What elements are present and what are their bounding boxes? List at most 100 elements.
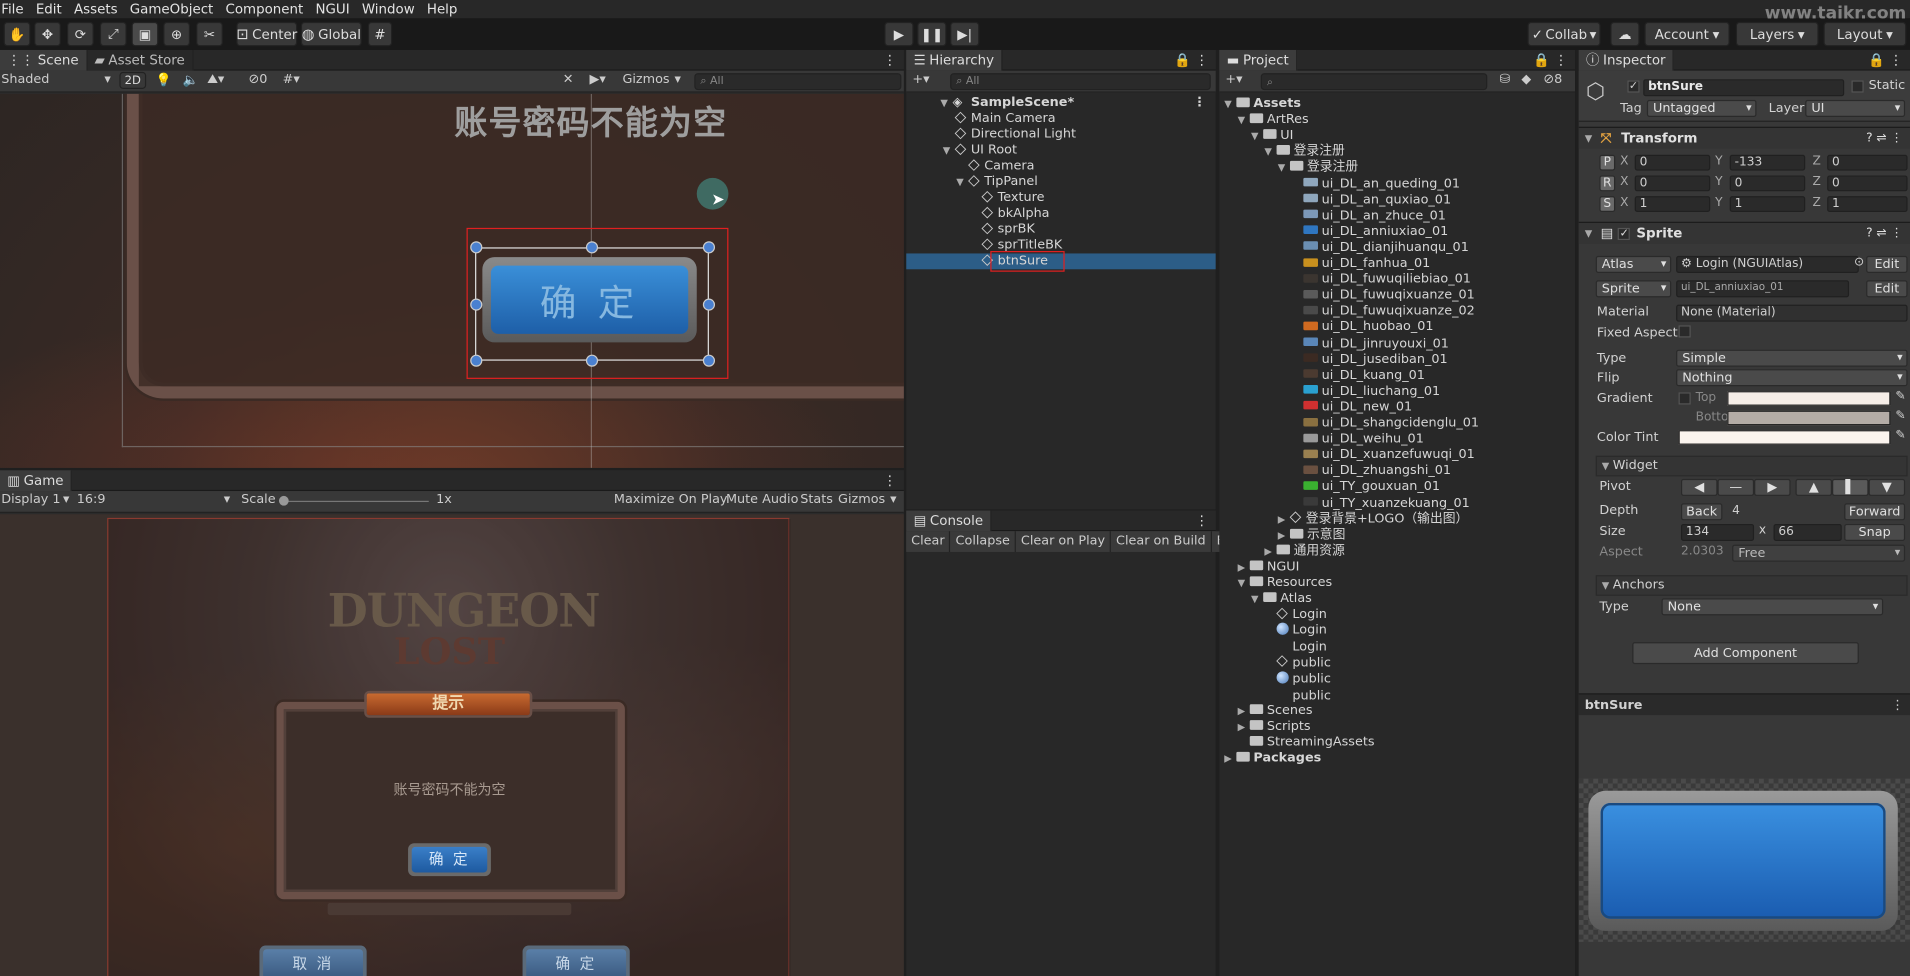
tab-console[interactable]: ▤ Console [906,509,992,531]
scale-tool-icon[interactable]: ⤢ [99,21,127,47]
hidden-objects-icon[interactable]: ⊘0 [248,72,267,87]
shading-dropdown[interactable]: Shaded ▾ [1,72,113,87]
project-asset[interactable]: ui_DL_an_queding_01 [1219,176,1575,192]
grid-icon[interactable]: #▾ [283,72,300,87]
hierarchy-lock-icon[interactable]: 🔒 ⋮ [1174,52,1216,68]
filter-label-icon[interactable]: ◆ [1521,72,1531,87]
pivot-bottom-button[interactable]: ▼ [1868,478,1906,496]
tab-asset-store[interactable]: ▰ Asset Store [87,49,194,71]
2d-toggle[interactable]: 2D [119,71,147,89]
top-eyedropper-icon[interactable]: ✎ [1895,390,1905,403]
pivot-global-toggle[interactable]: ◍ Global [300,21,362,47]
project-search-input[interactable]: ⌕ [1260,73,1488,91]
project-asset[interactable]: ui_DL_fanhua_01 [1219,256,1575,272]
expand-arrow-icon[interactable]: ▼ [1251,128,1262,144]
collab-dropdown[interactable]: ✓ Collab ▾ [1527,21,1601,47]
transform-r-x-field[interactable]: 0 [1634,175,1711,192]
tab-hierarchy[interactable]: ☰ Hierarchy [906,49,1003,71]
transform-menu-icon[interactable]: ? ⇌ ⋮ [1866,132,1903,145]
aspect-mode-dropdown[interactable]: Free [1732,544,1906,562]
gizmos-dropdown[interactable]: Gizmos ▾ [622,72,685,87]
hierarchy-item[interactable]: Directional Light [906,127,1215,143]
color-tint-swatch[interactable] [1678,430,1891,445]
transform-p-reset-button[interactable]: P [1599,154,1616,171]
collapse-arrow-icon[interactable]: ▶ [1264,543,1275,559]
tab-project[interactable]: ▬ Project [1219,49,1298,71]
object-name-field[interactable]: btnSure [1643,79,1845,97]
handle-tc[interactable] [585,241,599,254]
cloud-icon[interactable]: ☁ [1610,21,1640,47]
project-asset[interactable]: ui_DL_zhuangshi_01 [1219,463,1575,479]
menu-item-edit[interactable]: Edit [31,1,69,17]
project-folder[interactable]: ▼ 登录注册 [1219,144,1575,160]
tab-scene[interactable]: ⋮⋮ Scene [0,49,88,71]
transform-s-reset-button[interactable]: S [1599,196,1616,213]
transform-p-z-field[interactable]: 0 [1827,154,1908,171]
scene-root-row[interactable]: ▼ ◈ SampleScene* ⋮ [906,95,1215,111]
aspect-dropdown[interactable]: 16:9 ▾ [77,492,233,507]
project-asset[interactable]: ui_DL_huobao_01 [1219,320,1575,336]
project-folder[interactable]: ▶ Scripts [1219,719,1575,735]
pivot-right-button[interactable]: ▶ [1754,478,1791,496]
depth-forward-button[interactable]: Forward [1844,503,1906,521]
scale-slider-thumb[interactable] [278,495,289,506]
rotate-tool-icon[interactable]: ⟳ [66,21,94,47]
expand-arrow-icon[interactable]: ▼ [1238,575,1249,591]
sprite-edit-button[interactable]: Edit [1866,280,1908,298]
transform-s-x-field[interactable]: 1 [1634,196,1711,213]
effects-icon[interactable]: ⛰▾ [207,72,224,88]
atlas-picker-icon[interactable]: ⊙ [1854,256,1864,269]
hierarchy-item[interactable]: sprBK [906,222,1215,238]
anchors-header[interactable]: ▼ Anchors [1595,575,1908,596]
project-folder[interactable]: ▶ Packages [1219,751,1575,767]
atlas-field[interactable]: ⚙ Login (NGUIAtlas) [1676,255,1859,273]
project-folder[interactable]: ▼ ArtRes [1219,112,1575,128]
more-options-icon[interactable]: ⋮ [883,52,904,68]
project-asset[interactable]: ui_DL_dianjihuanqu_01 [1219,240,1575,256]
project-add-icon[interactable]: +▾ [1225,72,1242,87]
project-asset[interactable]: ui_DL_anniuxiao_01 [1219,224,1575,240]
expand-arrow-icon[interactable]: ▼ [943,143,954,159]
game-more-options-icon[interactable]: ⋮ [883,472,904,488]
expand-arrow-icon[interactable]: ▼ [1238,112,1249,128]
collapse-arrow-icon[interactable]: ▶ [1278,527,1289,543]
hierarchy-item[interactable]: Main Camera [906,111,1215,127]
type-dropdown[interactable]: Simple [1676,349,1908,367]
project-folder[interactable]: ▶ 示意图 [1219,527,1575,543]
project-asset[interactable]: ui_DL_jusediban_01 [1219,352,1575,368]
menu-item-component[interactable]: Component [221,1,311,17]
size-width-field[interactable]: 134 [1680,523,1755,542]
console-collapse-button[interactable]: Collapse [950,530,1017,552]
filter-type-icon[interactable]: ⛁ [1499,72,1510,87]
transform-tool-icon[interactable]: ⊕ [163,21,191,47]
custom-tool-icon[interactable]: ✂ [196,21,223,47]
menu-item-file[interactable]: File [0,1,31,17]
scale-slider-track[interactable] [282,500,429,503]
project-asset[interactable]: ui_DL_xuanzefuwuqi_01 [1219,447,1575,463]
pivot-top-button[interactable]: ▲ [1795,478,1833,496]
game-view[interactable]: DUNGEON LOST 提示 账号密码不能为空 确 定 取 消 确 定 [0,514,904,976]
tab-game[interactable]: ▥ Game [0,469,73,491]
snap-button[interactable]: Snap [1844,523,1906,542]
expand-arrow-icon[interactable]: ▼ [1278,160,1289,176]
project-asset[interactable]: public [1219,670,1575,687]
tab-inspector[interactable]: ⓘ Inspector [1578,49,1675,71]
hidden-packages-icon[interactable]: ⊘8 [1543,72,1562,87]
hierarchy-item[interactable]: Texture [906,190,1215,206]
project-asset[interactable]: ui_TY_xuanzekuang_01 [1219,495,1575,511]
project-lock-icon[interactable]: 🔒 ⋮ [1533,52,1575,68]
project-folder[interactable]: ▼ Atlas [1219,591,1575,607]
scene-expand-icon[interactable]: ▼ [940,95,951,111]
hierarchy-item[interactable]: ▼ TipPanel [906,174,1215,190]
console-clear-on-play-button[interactable]: Clear on Play [1016,530,1112,552]
collapse-arrow-icon[interactable]: ▶ [1238,703,1249,719]
sprite-menu-icon[interactable]: ? ⇌ ⋮ [1866,227,1903,240]
hierarchy-item[interactable]: ▼ UI Root [906,143,1215,159]
project-folder[interactable]: ▶ Scenes [1219,703,1575,719]
tint-eyedropper-icon[interactable]: ✎ [1895,429,1905,442]
project-folder[interactable]: ▼ 登录注册 [1219,160,1575,176]
project-asset[interactable]: ui_DL_new_01 [1219,400,1575,416]
depth-value[interactable]: 4 [1727,503,1842,521]
expand-arrow-icon[interactable]: ▼ [1264,144,1275,160]
collapse-arrow-icon[interactable]: ▶ [1238,559,1249,575]
